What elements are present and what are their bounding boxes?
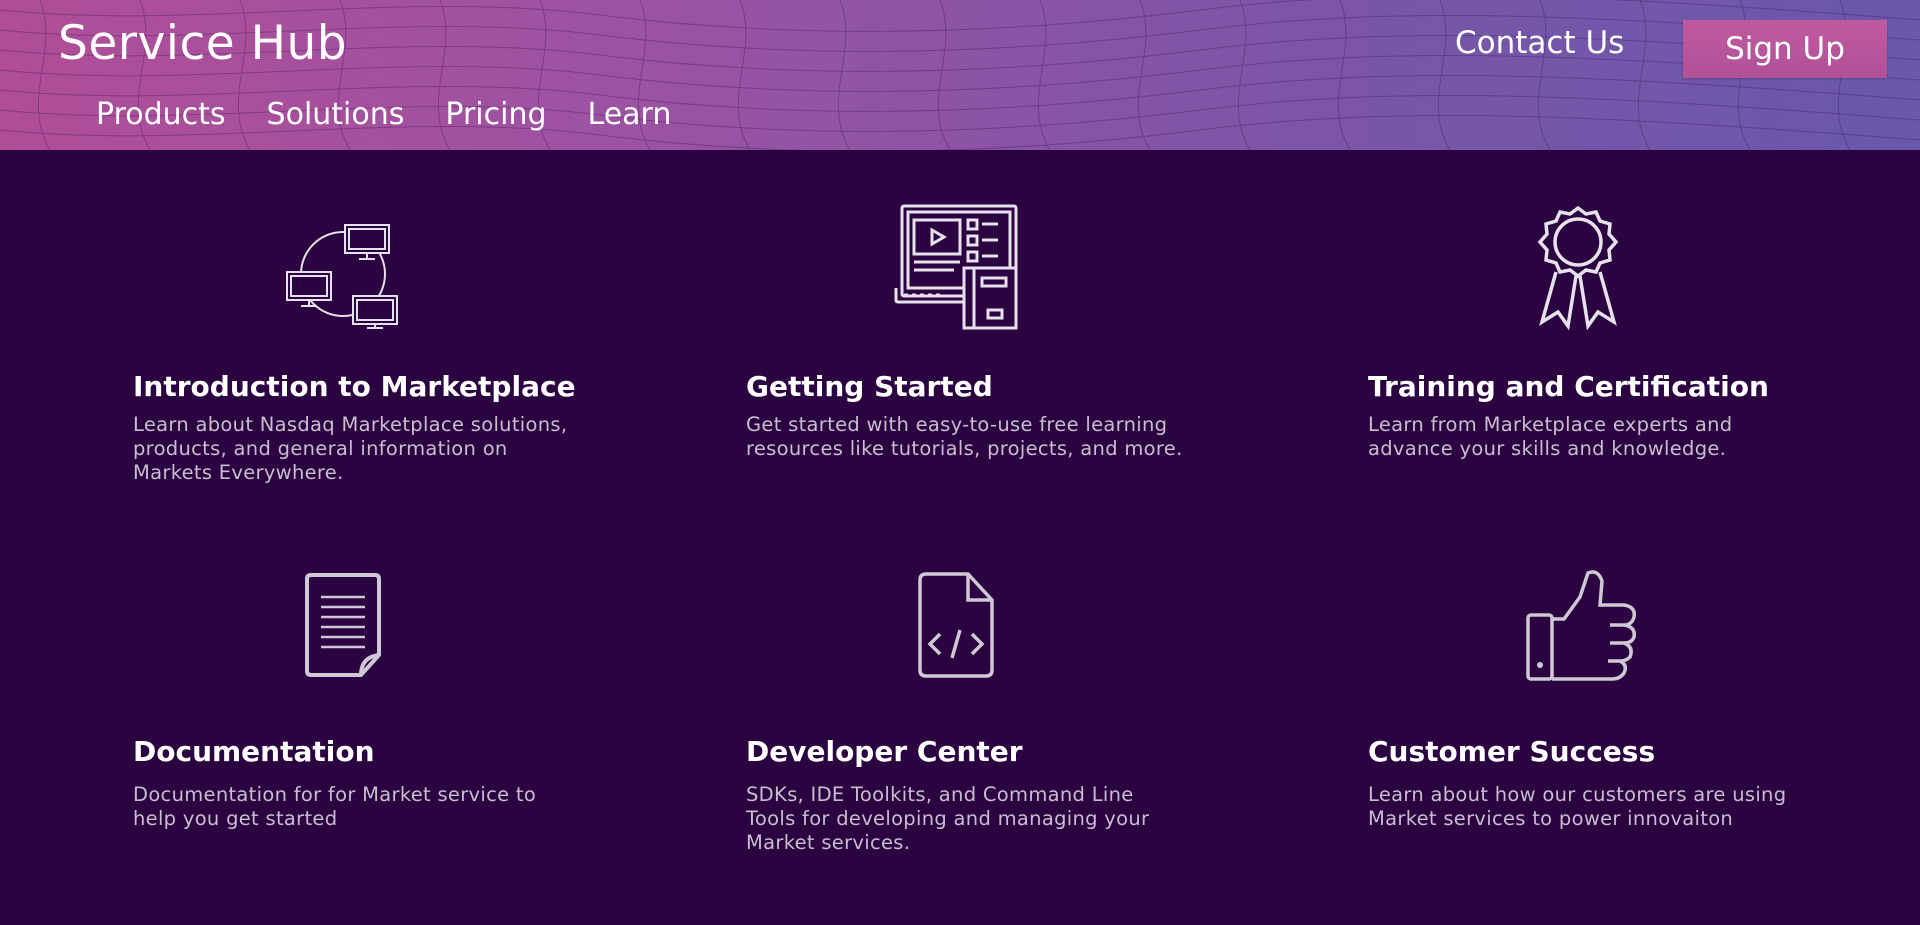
card-customer-success[interactable]: Customer Success Learn about how our cus… <box>1368 565 1838 855</box>
card-title: Customer Success <box>1368 735 1656 768</box>
thumbs-up-icon <box>1524 567 1640 683</box>
main-nav: Products Solutions Pricing Learn <box>96 95 712 135</box>
nav-products[interactable]: Products <box>96 95 226 135</box>
card-description: Learn about how our customers are using … <box>1368 783 1787 830</box>
nav-solutions[interactable]: Solutions <box>267 95 405 135</box>
card-getting-started[interactable]: Getting Started Get started with easy-to… <box>746 200 1216 500</box>
sign-up-button[interactable]: Sign Up <box>1683 20 1887 78</box>
card-documentation[interactable]: Documentation Documentation for for Mark… <box>133 565 603 855</box>
video-tutorial-icon <box>894 202 1018 330</box>
code-file-icon <box>916 570 996 682</box>
card-description: Learn about Nasdaq Marketplace solutions… <box>133 413 568 484</box>
card-description: Documentation for for Market service to … <box>133 783 537 830</box>
nav-learn[interactable]: Learn <box>588 95 672 135</box>
nav-pricing[interactable]: Pricing <box>445 95 546 135</box>
card-introduction[interactable]: Introduction to Marketplace Learn about … <box>133 200 603 500</box>
document-icon <box>299 571 389 681</box>
card-title: Training and Certification <box>1368 370 1769 403</box>
card-description: SDKs, IDE Toolkits, and Command Line Too… <box>746 783 1150 854</box>
card-training[interactable]: Training and Certification Learn from Ma… <box>1368 200 1838 500</box>
card-description: Learn from Marketplace experts and advan… <box>1368 413 1733 460</box>
contact-us-link[interactable]: Contact Us <box>1455 25 1624 61</box>
award-ribbon-icon <box>1528 202 1628 332</box>
brand-logo-text[interactable]: Service Hub <box>58 16 347 71</box>
card-description: Get started with easy-to-use free learni… <box>746 413 1183 460</box>
card-title: Developer Center <box>746 735 1023 768</box>
card-developer-center[interactable]: Developer Center SDKs, IDE Toolkits, and… <box>746 565 1216 855</box>
card-title: Introduction to Marketplace <box>133 370 576 403</box>
networked-computers-icon <box>283 210 403 330</box>
card-title: Documentation <box>133 735 375 768</box>
site-header: Service Hub Products Solutions Pricing L… <box>0 0 1920 150</box>
card-title: Getting Started <box>746 370 993 403</box>
